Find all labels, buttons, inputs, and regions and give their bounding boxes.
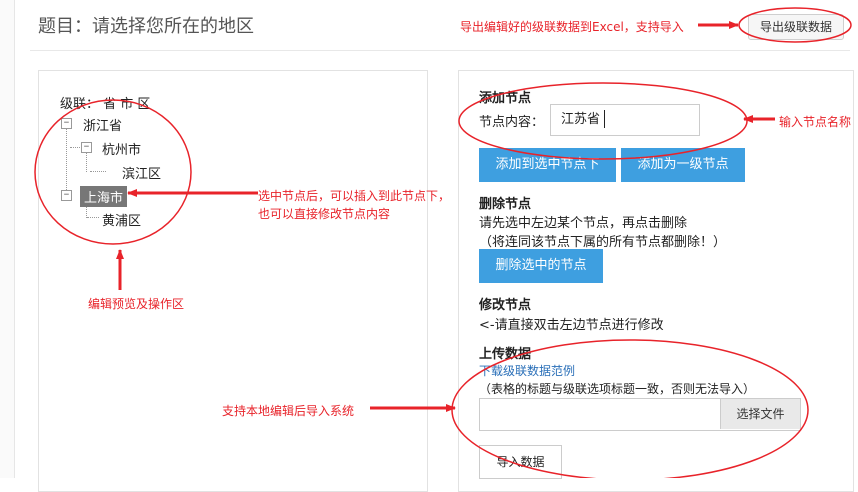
page-title: 题目：请选择您所在的地区 <box>38 16 254 37</box>
tree-node-shanghai-selected[interactable]: 上海市 <box>80 186 128 207</box>
export-annotation: 导出编辑好的级联数据到Excel，支持导入 <box>460 20 684 34</box>
input-annotation: 输入节点名称 <box>779 115 852 129</box>
delete-node-title: 删除节点 <box>479 197 532 212</box>
tree-connector <box>87 217 99 218</box>
upload-note: （表格的标题与级联选项标题一致，否则无法导入） <box>479 382 756 396</box>
select-annotation-line1: 选中节点后，可以插入到此节点下， <box>258 189 451 203</box>
edit-node-title: 修改节点 <box>479 298 532 313</box>
delete-hint: 请先选中左边某个节点，再点击删除 <box>479 216 688 231</box>
collapse-icon[interactable]: − <box>61 118 72 129</box>
preview-annotation: 编辑预览及操作区 <box>88 297 185 311</box>
tree-node-hangzhou[interactable]: 杭州市 <box>102 139 141 158</box>
import-data-button[interactable]: 导入数据 <box>479 445 562 479</box>
tree-connector <box>90 171 106 172</box>
tree-node-binjiang[interactable]: 滨江区 <box>122 163 161 182</box>
title-divider <box>30 50 850 51</box>
select-annotation-line2: 也可以直接修改节点内容 <box>258 207 391 221</box>
delete-selected-button[interactable]: 删除选中的节点 <box>479 249 603 283</box>
tree-connector <box>66 128 67 192</box>
choose-file-button[interactable]: 选择文件 <box>720 399 800 429</box>
node-content-input[interactable]: 江苏省 <box>550 104 700 136</box>
tree-connector <box>86 152 87 172</box>
add-to-selected-button[interactable]: 添加到选中节点下 <box>479 148 616 182</box>
left-edge-strip <box>0 0 15 478</box>
tree-node-huangpu[interactable]: 黄浦区 <box>102 210 141 229</box>
download-sample-link[interactable]: 下载级联数据范例 <box>479 362 575 379</box>
node-content-label: 节点内容： <box>479 115 545 130</box>
text-cursor <box>604 110 605 128</box>
edit-hint: <-请直接双击左边节点进行修改 <box>479 318 664 333</box>
upload-annotation: 支持本地编辑后导入系统 <box>222 404 355 418</box>
add-top-level-button[interactable]: 添加为一级节点 <box>621 148 745 182</box>
tree-node-zhejiang[interactable]: 浙江省 <box>83 115 122 134</box>
collapse-icon[interactable]: − <box>61 190 72 201</box>
collapse-icon[interactable]: − <box>81 142 92 153</box>
tree-connector <box>70 147 80 148</box>
export-cascade-button[interactable]: 导出级联数据 <box>748 14 844 40</box>
delete-warning: （将连同该节点下属的所有节点都删除！） <box>479 235 727 250</box>
add-node-title: 添加节点 <box>479 91 532 106</box>
upload-title: 上传数据 <box>479 347 532 362</box>
cascade-levels-label: 级联： 省 市 区 <box>60 97 151 112</box>
